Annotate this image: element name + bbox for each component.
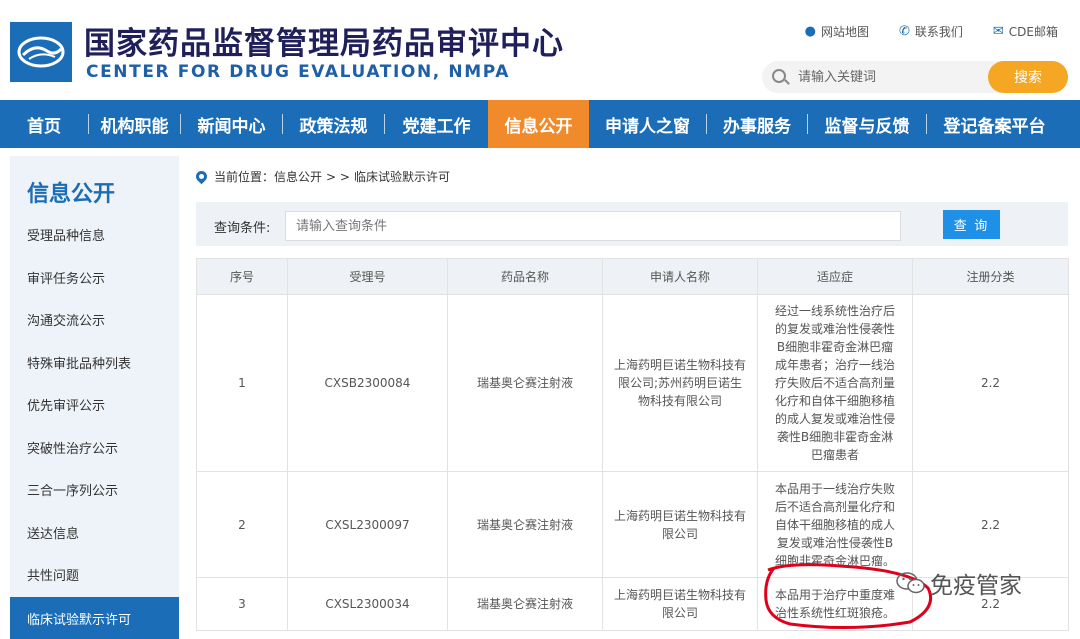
query-button[interactable]: 查 询 <box>943 210 1000 239</box>
cell-indication: 经过一线系统性治疗后的复发或难治性侵袭性B细胞非霍奇金淋巴瘤成年患者；治疗一线治… <box>757 294 913 472</box>
col-header-indication: 适应症 <box>757 258 913 295</box>
cell-drug-name: 瑞基奥仑赛注射液 <box>447 294 603 472</box>
search-icon <box>772 69 786 83</box>
nav-info-disclosure[interactable]: 信息公开 <box>488 100 589 148</box>
wechat-watermark: 免疫管家 <box>896 566 1022 600</box>
location-pin-icon: ● <box>804 24 816 39</box>
cell-applicant: 上海药明巨诺生物科技有限公司 <box>602 577 758 631</box>
breadcrumb: 当前位置：信息公开 > > 临床试验默示许可 <box>193 168 450 185</box>
nav-feedback[interactable]: 监督与反馈 <box>808 100 926 148</box>
cde-mail-link[interactable]: ✉ CDE邮箱 <box>993 23 1058 40</box>
cell-drug-name: 瑞基奥仑赛注射液 <box>447 471 603 578</box>
sidebar-item-delivery[interactable]: 送达信息 <box>10 511 179 553</box>
nav-applicant[interactable]: 申请人之窗 <box>589 100 706 148</box>
top-links: ● 网站地图 ✆ 联系我们 ✉ CDE邮箱 <box>805 23 1058 40</box>
nav-policy[interactable]: 政策法规 <box>283 100 384 148</box>
sidebar: 信息公开 受理品种信息 审评任务公示 沟通交流公示 特殊审批品种列表 优先审评公… <box>10 156 179 639</box>
site-title-en: CENTER FOR DRUG EVALUATION, NMPA <box>86 62 510 82</box>
site-header: 国家药品监督管理局药品审评中心 CENTER FOR DRUG EVALUATI… <box>0 0 1080 100</box>
query-input[interactable] <box>285 211 901 241</box>
sidebar-title: 信息公开 <box>27 182 116 207</box>
cell-index: 1 <box>196 294 288 472</box>
wechat-icon <box>896 572 925 594</box>
phone-icon: ✆ <box>898 24 910 39</box>
search-button[interactable]: 搜索 <box>988 61 1068 93</box>
sidebar-item-clinical-trial[interactable]: 临床试验默示许可 <box>10 597 179 639</box>
cell-indication: 本品用于一线治疗失败后不适合高剂量化疗和自体干细胞移植的成人复发或难治性侵袭性B… <box>757 471 913 578</box>
cell-category: 2.2 <box>912 471 1069 578</box>
sidebar-item-communication[interactable]: 沟通交流公示 <box>10 298 179 340</box>
nav-services[interactable]: 办事服务 <box>707 100 807 148</box>
cell-indication: 本品用于治疗中重度难治性系统性红斑狼疮。 <box>757 577 913 631</box>
col-header-drug-name: 药品名称 <box>447 258 603 295</box>
search-input[interactable] <box>798 67 978 87</box>
site-title-cn: 国家药品监督管理局药品审评中心 <box>84 26 564 62</box>
query-label: 查询条件: <box>214 221 271 236</box>
cell-category: 2.2 <box>912 294 1069 472</box>
breadcrumb-current: 临床试验默示许可 <box>353 170 450 184</box>
sidebar-item-breakthrough[interactable]: 突破性治疗公示 <box>10 426 179 468</box>
nav-party[interactable]: 党建工作 <box>385 100 488 148</box>
contact-link[interactable]: ✆ 联系我们 <box>899 23 963 40</box>
sidebar-item-priority-review[interactable]: 优先审评公示 <box>10 383 179 425</box>
table-row: 2 CXSL2300097 瑞基奥仑赛注射液 上海药明巨诺生物科技有限公司 本品… <box>196 471 1069 578</box>
col-header-applicant: 申请人名称 <box>602 258 758 295</box>
cell-acceptance-no[interactable]: CXSB2300084 <box>287 294 448 472</box>
cell-acceptance-no[interactable]: CXSL2300034 <box>287 577 448 631</box>
breadcrumb-prefix[interactable]: 当前位置：信息公开 <box>214 168 322 185</box>
sidebar-item-common-issues[interactable]: 共性问题 <box>10 553 179 595</box>
cell-applicant: 上海药明巨诺生物科技有限公司 <box>602 471 758 578</box>
nav-registration[interactable]: 登记备案平台 <box>927 100 1062 148</box>
sidebar-item-accepted[interactable]: 受理品种信息 <box>10 213 179 255</box>
site-search: 搜索 <box>762 61 1068 93</box>
cell-index: 3 <box>196 577 288 631</box>
breadcrumb-separator: > > <box>326 169 350 184</box>
cell-acceptance-no[interactable]: CXSL2300097 <box>287 471 448 578</box>
col-header-index: 序号 <box>196 258 288 295</box>
sidebar-item-special-approval[interactable]: 特殊审批品种列表 <box>10 341 179 383</box>
query-bar: 查询条件: 查 询 <box>196 202 1068 246</box>
nav-news[interactable]: 新闻中心 <box>181 100 282 148</box>
table-row: 1 CXSB2300084 瑞基奥仑赛注射液 上海药明巨诺生物科技有限公司;苏州… <box>196 294 1069 472</box>
sidebar-item-review-tasks[interactable]: 审评任务公示 <box>10 256 179 298</box>
main-nav: 首页 机构职能 新闻中心 政策法规 党建工作 信息公开 申请人之窗 办事服务 监… <box>0 100 1080 148</box>
table-header-row: 序号 受理号 药品名称 申请人名称 适应症 注册分类 <box>196 258 1069 295</box>
col-header-acceptance-no: 受理号 <box>287 258 448 295</box>
cell-drug-name: 瑞基奥仑赛注射液 <box>447 577 603 631</box>
nmpa-logo[interactable] <box>10 22 72 82</box>
nav-functions[interactable]: 机构职能 <box>89 100 180 148</box>
sidebar-item-three-in-one[interactable]: 三合一序列公示 <box>10 468 179 510</box>
location-pin-icon <box>193 168 210 185</box>
cell-index: 2 <box>196 471 288 578</box>
nav-home[interactable]: 首页 <box>0 100 88 148</box>
mail-icon: ✉ <box>992 24 1004 39</box>
cell-applicant: 上海药明巨诺生物科技有限公司;苏州药明巨诺生物科技有限公司 <box>602 294 758 472</box>
sitemap-link[interactable]: ● 网站地图 <box>805 23 869 40</box>
watermark-text: 免疫管家 <box>930 573 1022 599</box>
col-header-category: 注册分类 <box>912 258 1069 295</box>
